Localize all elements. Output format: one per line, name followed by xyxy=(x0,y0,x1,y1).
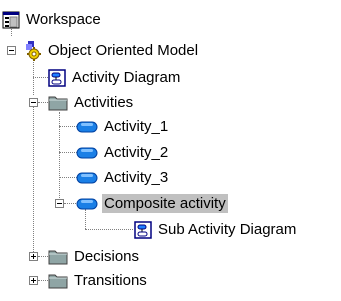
diagram-icon xyxy=(134,220,152,239)
decisions-expand-button[interactable] xyxy=(29,252,38,261)
transitions-expand-button[interactable] xyxy=(29,276,38,285)
folder-icon xyxy=(48,248,68,265)
tree-node-composite-activity[interactable]: Composite activity xyxy=(76,192,228,215)
model-icon xyxy=(22,40,42,61)
activities-collapse-button[interactable] xyxy=(29,98,38,107)
tree-node-sub-activity-diagram[interactable]: Sub Activity Diagram xyxy=(134,218,298,241)
activity-icon xyxy=(76,147,98,159)
tree-line xyxy=(33,106,34,252)
tree-node-label: Activities xyxy=(74,94,134,111)
tree-line xyxy=(85,229,133,230)
activity-icon xyxy=(76,198,98,210)
tree-node-workspace[interactable]: Workspace xyxy=(2,8,103,31)
workspace-icon xyxy=(2,11,20,29)
tree-node-activity-2[interactable]: Activity_2 xyxy=(76,141,170,164)
tree-node-label: Composite activity xyxy=(102,194,228,213)
tree-node-activity-1[interactable]: Activity_1 xyxy=(76,115,170,138)
composite-collapse-button[interactable] xyxy=(55,199,64,208)
tree-node-label: Object Oriented Model xyxy=(48,42,199,59)
folder-icon xyxy=(48,272,68,289)
folder-icon xyxy=(48,94,68,111)
model-collapse-button[interactable] xyxy=(7,46,16,55)
tree-node-activity-3[interactable]: Activity_3 xyxy=(76,166,170,189)
tree-node-label: Decisions xyxy=(74,248,140,265)
tree-node-model[interactable]: Object Oriented Model xyxy=(22,39,200,62)
tree-line xyxy=(33,77,48,78)
tree-node-transitions[interactable]: Transitions xyxy=(48,269,149,292)
activity-icon xyxy=(76,121,98,133)
diagram-icon xyxy=(48,68,66,87)
tree-node-label: Activity_1 xyxy=(104,118,169,135)
tree-node-activity-diagram[interactable]: Activity Diagram xyxy=(48,66,182,89)
tree-node-label: Transitions xyxy=(74,272,147,289)
project-tree[interactable]: Workspace Object Oriented Model Activity… xyxy=(0,0,341,301)
tree-node-label: Activity_2 xyxy=(104,144,169,161)
tree-node-activities[interactable]: Activities xyxy=(48,91,135,114)
activity-icon xyxy=(76,172,98,184)
tree-node-label: Sub Activity Diagram xyxy=(158,221,297,238)
tree-node-label: Activity_3 xyxy=(104,169,169,186)
tree-node-decisions[interactable]: Decisions xyxy=(48,245,141,268)
tree-node-label: Workspace xyxy=(26,11,101,28)
tree-node-label: Activity Diagram xyxy=(72,69,181,86)
